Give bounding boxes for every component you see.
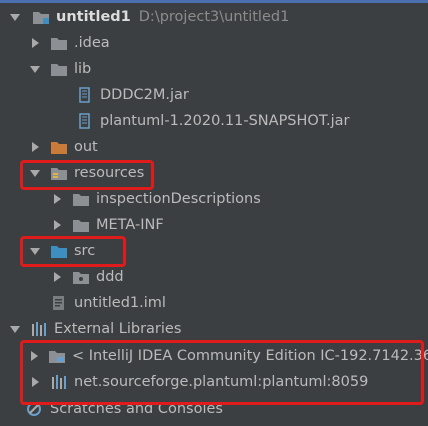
folder-label: .idea (74, 35, 110, 51)
tree-row-plantuml-lib[interactable]: net.sourceforge.plantuml:plantuml:8059 (0, 369, 428, 395)
tree-row-meta-inf[interactable]: META-INF (0, 212, 428, 238)
folder-icon (72, 191, 90, 207)
chevron-right-icon[interactable] (50, 270, 64, 284)
selection-edge (0, 0, 428, 3)
chevron-right-icon[interactable] (50, 192, 64, 206)
chevron-down-icon[interactable] (28, 62, 42, 76)
tree-row-inspection-descriptions[interactable]: inspectionDescriptions (0, 186, 428, 212)
external-libraries-label: External Libraries (54, 321, 182, 337)
tree-row-external-libraries[interactable]: External Libraries (0, 316, 428, 342)
folder-label: inspectionDescriptions (96, 191, 261, 207)
jar-label: plantuml-1.2020.11-SNAPSHOT.jar (100, 113, 350, 129)
folder-label: src (74, 243, 96, 259)
tree-row-out[interactable]: out (0, 134, 428, 160)
scratches-label: Scratches and Consoles (50, 401, 223, 417)
file-label: untitled1.iml (74, 295, 166, 311)
tree-row-scratches[interactable]: Scratches and Consoles (0, 396, 428, 422)
chevron-down-icon[interactable] (8, 322, 22, 336)
tree-row-lib[interactable]: lib (0, 56, 428, 82)
project-name: untitled1 (56, 9, 131, 25)
folder-icon (72, 217, 90, 233)
library-label: net.sourceforge.plantuml:plantuml:8059 (74, 374, 369, 390)
tree-row-iml[interactable]: untitled1.iml (0, 290, 428, 316)
tree-row-project[interactable]: untitled1 D:\project3\untitled1 (0, 4, 428, 30)
module-folder-icon (32, 9, 50, 25)
jar-label: DDDC2M.jar (100, 87, 189, 103)
chevron-right-icon[interactable] (28, 349, 40, 363)
library-icon (30, 321, 48, 337)
folder-label: out (74, 139, 98, 155)
project-path: D:\project3\untitled1 (138, 9, 290, 25)
tree-row-resources[interactable]: resources (0, 160, 428, 186)
resources-folder-icon (50, 165, 68, 181)
chevron-down-icon[interactable] (28, 244, 42, 258)
chevron-right-icon[interactable] (50, 218, 64, 232)
folder-icon (50, 61, 68, 77)
tree-row-jar[interactable]: DDDC2M.jar (0, 82, 428, 108)
tree-row-sdk[interactable]: < IntelliJ IDEA Community Edition IC-192… (0, 343, 428, 369)
tree-row-idea[interactable]: .idea (0, 30, 428, 56)
chevron-right-icon[interactable] (28, 36, 42, 50)
chevron-down-icon[interactable] (28, 166, 42, 180)
chevron-down-icon[interactable] (8, 10, 22, 24)
scratches-icon (26, 401, 44, 417)
tree-row-ddd[interactable]: ddd (0, 264, 428, 290)
jar-icon (76, 113, 94, 129)
sdk-label: < IntelliJ IDEA Community Edition IC-192… (72, 348, 428, 364)
module-file-icon (50, 295, 68, 311)
jar-icon (76, 87, 94, 103)
source-folder-icon (50, 243, 68, 259)
sdk-icon (48, 348, 66, 364)
library-icon (50, 374, 68, 390)
folder-label: lib (74, 61, 92, 77)
folder-icon (50, 35, 68, 51)
tree-row-src[interactable]: src (0, 238, 428, 264)
package-folder-icon (72, 269, 90, 285)
tree-row-jar[interactable]: plantuml-1.2020.11-SNAPSHOT.jar (0, 108, 428, 134)
folder-label: ddd (96, 269, 124, 285)
folder-label: resources (74, 165, 145, 181)
chevron-right-icon[interactable] (28, 375, 42, 389)
folder-label: META-INF (96, 217, 164, 233)
excluded-folder-icon (50, 139, 68, 155)
chevron-right-icon[interactable] (28, 140, 42, 154)
